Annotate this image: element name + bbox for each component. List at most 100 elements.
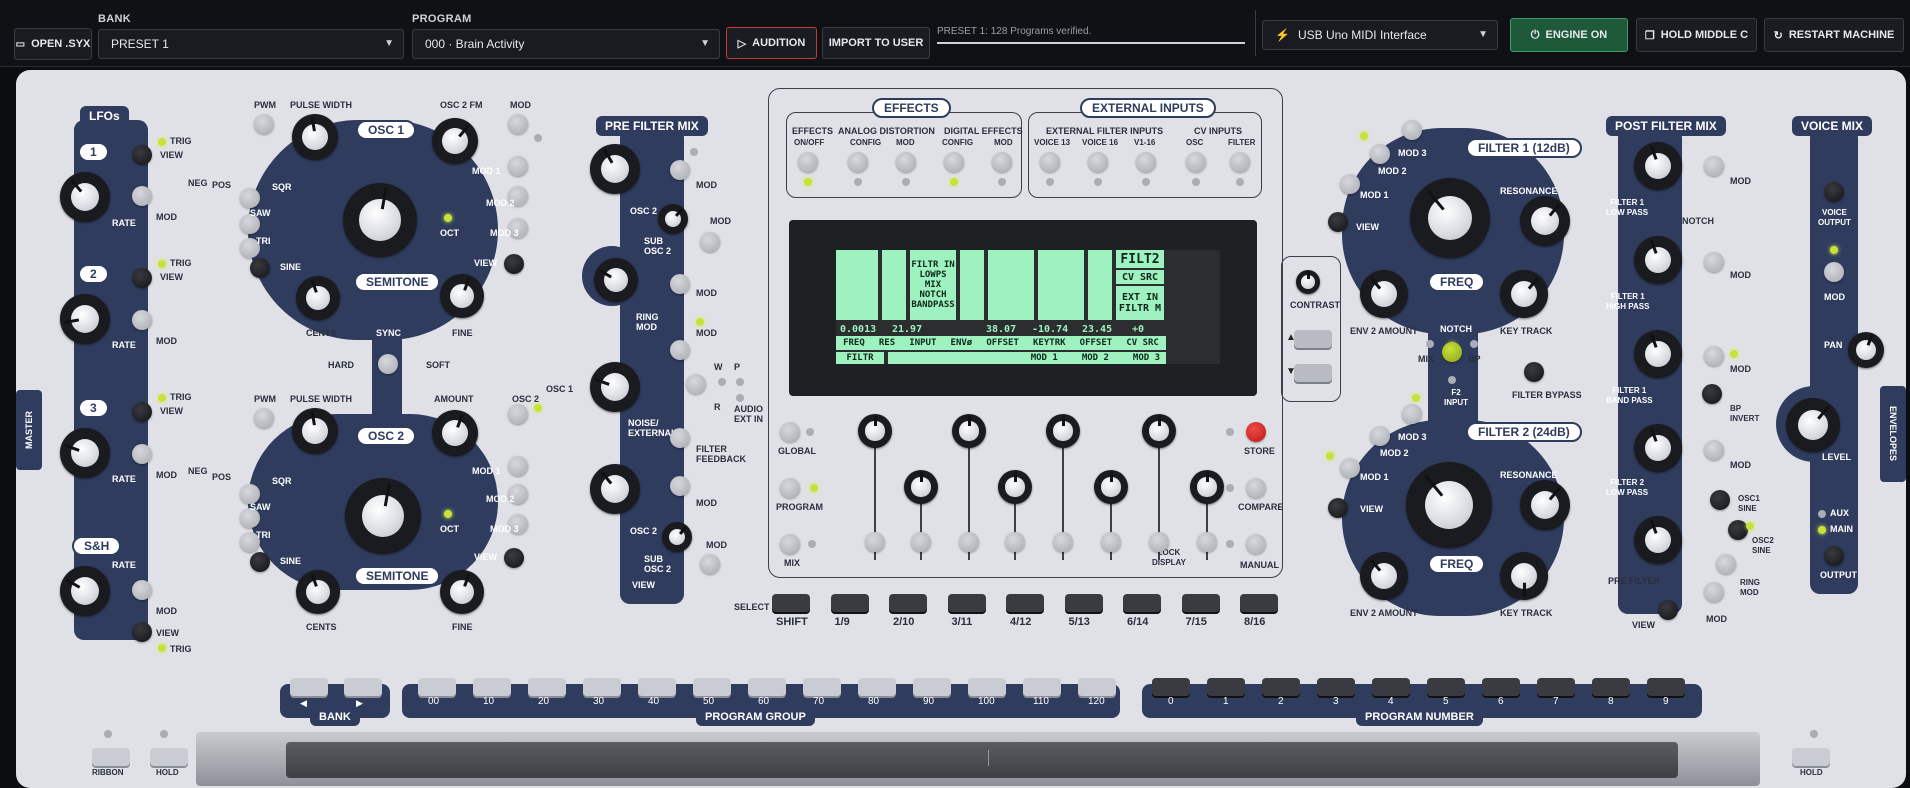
restart-machine-button[interactable]: ↻ RESTART MACHINE <box>1764 18 1904 52</box>
f1-bandpass-knob[interactable] <box>1634 330 1682 378</box>
filter2-mod3-jack[interactable] <box>1402 404 1422 424</box>
ring-mod-jack-post[interactable] <box>1716 554 1736 574</box>
import-to-user-button[interactable]: IMPORT TO USER <box>822 27 930 59</box>
filter1-resonance-knob[interactable] <box>1520 196 1570 246</box>
osc1-sine-jack-post[interactable] <box>1710 490 1730 510</box>
filter2-resonance-knob[interactable] <box>1520 480 1570 530</box>
encoder-button-6[interactable] <box>1101 532 1121 552</box>
prefilter-sub-osc2-knob-2[interactable] <box>662 522 692 552</box>
encoder-knob-2[interactable] <box>904 470 938 504</box>
lfo2-mod-jack[interactable] <box>132 310 152 330</box>
program-number-button-9[interactable] <box>1647 678 1685 696</box>
encoder-button-3[interactable] <box>959 532 979 552</box>
prefilter-filter-feedback-jack[interactable] <box>670 428 690 448</box>
pan-knob[interactable] <box>1848 332 1884 368</box>
program-number-button-3[interactable] <box>1317 678 1355 696</box>
ext-voice16-jack[interactable] <box>1088 152 1108 172</box>
prefilter-noise-knob[interactable] <box>590 362 640 412</box>
select-button-6[interactable] <box>1123 594 1161 612</box>
encoder-button-5[interactable] <box>1053 532 1073 552</box>
osc1-sqr-jack[interactable] <box>240 188 260 208</box>
program-number-button-5[interactable] <box>1427 678 1465 696</box>
osc2-amount-knob[interactable] <box>432 410 478 456</box>
postfilter-view-jack[interactable] <box>1658 600 1678 620</box>
program-group-button-9[interactable] <box>913 678 951 696</box>
contrast-knob[interactable] <box>1296 270 1320 294</box>
osc1-pulse-width-knob[interactable] <box>292 114 338 160</box>
f2-lowpass-knob[interactable] <box>1634 424 1682 472</box>
select-button-7[interactable] <box>1181 594 1220 612</box>
bank-left-button[interactable] <box>290 678 328 696</box>
ribbon-strip[interactable] <box>286 742 1678 778</box>
sh-rate-knob[interactable] <box>60 566 110 616</box>
page-down-button[interactable] <box>1294 364 1332 382</box>
prefilter-ring-mod-jack[interactable] <box>670 274 690 294</box>
program-group-button-8[interactable] <box>858 678 896 696</box>
lfo3-trig-jack[interactable] <box>132 402 152 422</box>
program-number-button-4[interactable] <box>1372 678 1410 696</box>
f1-lowpass-knob[interactable] <box>1634 142 1682 190</box>
voice-output-jack[interactable] <box>1824 182 1844 202</box>
lfo1-rate-knob[interactable] <box>60 172 110 222</box>
select-button-4[interactable] <box>1006 594 1044 612</box>
master-tab[interactable]: MASTER <box>16 390 42 470</box>
osc2-cents-knob[interactable] <box>296 570 340 614</box>
manual-button[interactable] <box>1246 534 1266 554</box>
ribbon-button[interactable] <box>92 748 130 766</box>
program-number-button-2[interactable] <box>1262 678 1300 696</box>
osc2-fine-knob[interactable] <box>440 570 484 614</box>
prefilter-noise-jack-b[interactable] <box>686 374 706 394</box>
encoder-knob-5[interactable] <box>1046 414 1080 448</box>
lfo1-trig-jack[interactable] <box>132 145 152 165</box>
global-button[interactable] <box>780 422 800 442</box>
analog-config-jack[interactable] <box>848 152 868 172</box>
osc2-osc2-jack[interactable] <box>508 404 528 424</box>
f1-highpass-knob[interactable] <box>1634 236 1682 284</box>
encoder-button-4[interactable] <box>1005 532 1025 552</box>
program-group-button-6[interactable] <box>748 678 786 696</box>
program-group-button-12[interactable] <box>1078 678 1116 696</box>
osc1-mod1-jack[interactable] <box>508 156 528 176</box>
prefilter-feedback-knob[interactable] <box>590 464 640 514</box>
filter1-env2-knob[interactable] <box>1360 270 1408 318</box>
ext-v116-jack[interactable] <box>1136 152 1156 172</box>
program-number-button-0[interactable] <box>1152 678 1190 696</box>
osc2-pulse-width-knob[interactable] <box>292 408 338 454</box>
sync-jack[interactable] <box>378 354 398 374</box>
cv-osc-jack[interactable] <box>1186 152 1206 172</box>
compare-button[interactable] <box>1246 478 1266 498</box>
osc1-osc2fm-knob[interactable] <box>432 118 478 164</box>
select-button-2[interactable] <box>889 594 927 612</box>
osc1-view-jack[interactable] <box>504 254 524 274</box>
bank-select[interactable]: PRESET 1 ▼ <box>98 29 404 59</box>
filter2-mod2-jack[interactable] <box>1370 426 1390 446</box>
select-button-3[interactable] <box>947 594 986 612</box>
digital-config-jack[interactable] <box>944 152 964 172</box>
program-group-button-10[interactable] <box>968 678 1006 696</box>
encoder-knob-6[interactable] <box>1094 470 1128 504</box>
filter2-view-jack[interactable] <box>1328 498 1348 518</box>
audition-button[interactable]: ▷ AUDITION <box>726 27 817 59</box>
program-number-button-6[interactable] <box>1482 678 1520 696</box>
lfo1-mod-jack[interactable] <box>132 186 152 206</box>
prefilter-sub-osc2-mod-jack[interactable] <box>700 554 720 574</box>
program-group-button-5[interactable] <box>693 678 731 696</box>
ext-voice13-jack[interactable] <box>1040 152 1060 172</box>
encoder-knob-3[interactable] <box>952 414 986 448</box>
mix-button[interactable] <box>780 534 800 554</box>
store-button[interactable] <box>1246 422 1266 442</box>
f2-lowpass-mod-jack[interactable] <box>1704 440 1724 460</box>
filter-mode-jack[interactable] <box>1442 342 1462 362</box>
pre-filter-knob[interactable] <box>1634 516 1682 564</box>
postfilter-mod-jack[interactable] <box>1704 582 1724 602</box>
prefilter-osc2-mod-jack[interactable] <box>670 160 690 180</box>
osc1-sine-jack[interactable] <box>250 258 270 278</box>
prefilter-feedback-mod-jack[interactable] <box>670 476 690 496</box>
osc1-pwm-jack[interactable] <box>254 114 274 134</box>
sh-trig-jack[interactable] <box>132 622 152 642</box>
lfo3-rate-knob[interactable] <box>60 428 110 478</box>
osc1-fine-knob[interactable] <box>440 274 484 318</box>
filter1-mod2-jack[interactable] <box>1370 144 1390 164</box>
osc2-view-jack[interactable] <box>504 548 524 568</box>
program-group-button-11[interactable] <box>1023 678 1061 696</box>
